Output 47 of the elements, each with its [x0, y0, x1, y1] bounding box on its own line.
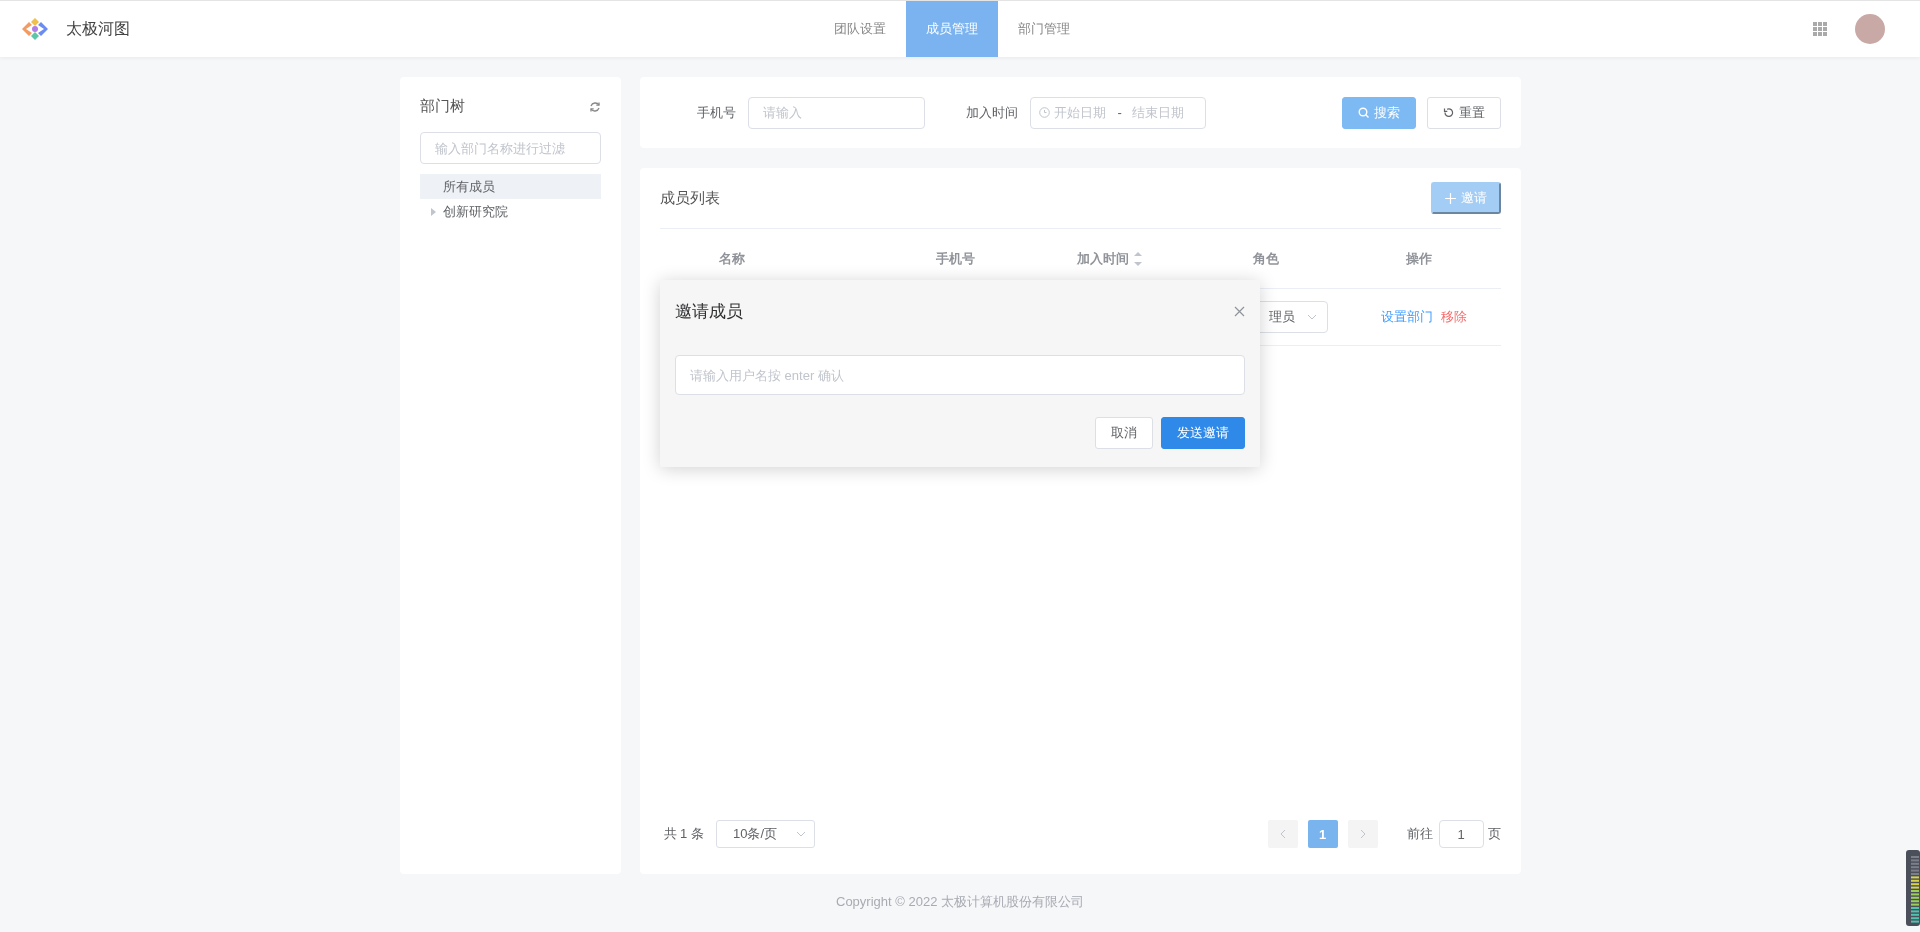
reset-button[interactable]: 重置 — [1426, 96, 1501, 129]
clock-icon — [1038, 107, 1050, 118]
column-header: 加入时间 — [1076, 249, 1143, 268]
copyright-text: Copyright © 2022 太极计算机股份有限公司 — [836, 892, 1084, 911]
plus-icon — [1444, 192, 1456, 204]
field-label: 加入时间 — [965, 103, 1018, 122]
tree-item[interactable]: 所有成员 — [419, 174, 601, 199]
refresh-icon[interactable] — [588, 100, 601, 113]
date-range-field[interactable]: 开始日期 - 结束日期 — [1029, 96, 1206, 129]
total-count: 共 1 条 — [663, 825, 704, 843]
reset-icon — [1442, 107, 1454, 118]
search-button[interactable]: 搜索 — [1341, 96, 1416, 129]
chevron-right-icon — [1359, 829, 1366, 839]
tree-item[interactable]: 创新研究院 — [419, 199, 601, 224]
date-separator: - — [1117, 105, 1122, 120]
list-title: 成员列表 — [659, 188, 720, 208]
search-icon — [1357, 107, 1369, 118]
column-header: 手机号 — [935, 249, 975, 268]
send-invite-button[interactable]: 发送邀请 — [1161, 417, 1245, 449]
chevron-down-icon — [1306, 314, 1317, 320]
remove-link[interactable]: 移除 — [1440, 308, 1467, 326]
nav-tab[interactable]: 团队设置 — [813, 1, 906, 57]
username-field[interactable]: 请输入用户名按 enter 确认 — [675, 355, 1245, 395]
avatar[interactable] — [1855, 14, 1885, 44]
page-jump-field[interactable]: 1 — [1438, 820, 1484, 848]
set-department-link[interactable]: 设置部门 — [1380, 308, 1433, 326]
column-header: 名称 — [718, 249, 745, 268]
nav-tab[interactable]: 部门管理 — [997, 1, 1090, 57]
page-size-select[interactable]: 10条/页 — [715, 820, 815, 848]
column-header: 操作 — [1405, 249, 1432, 268]
brand-name: 太极河图 — [66, 18, 130, 39]
close-icon — [1234, 306, 1245, 317]
nav-tab[interactable]: 成员管理 — [905, 1, 998, 57]
cancel-button[interactable]: 取消 — [1095, 417, 1153, 449]
phone-field[interactable]: 请输入 — [747, 96, 925, 129]
column-header: 角色 — [1252, 249, 1279, 268]
page-suffix: 页 — [1487, 825, 1501, 843]
field-label: 手机号 — [696, 103, 736, 122]
page-number[interactable]: 1 — [1307, 820, 1338, 848]
goto-label: 前往 — [1406, 825, 1433, 843]
panel-title: 部门树 — [419, 97, 465, 116]
dialog-title: 邀请成员 — [675, 301, 743, 323]
chevron-down-icon — [795, 831, 806, 837]
grid-icon[interactable] — [1813, 22, 1827, 36]
caret-right-icon — [429, 207, 437, 216]
chevron-left-icon — [1279, 829, 1286, 839]
close-button[interactable] — [1234, 306, 1245, 317]
